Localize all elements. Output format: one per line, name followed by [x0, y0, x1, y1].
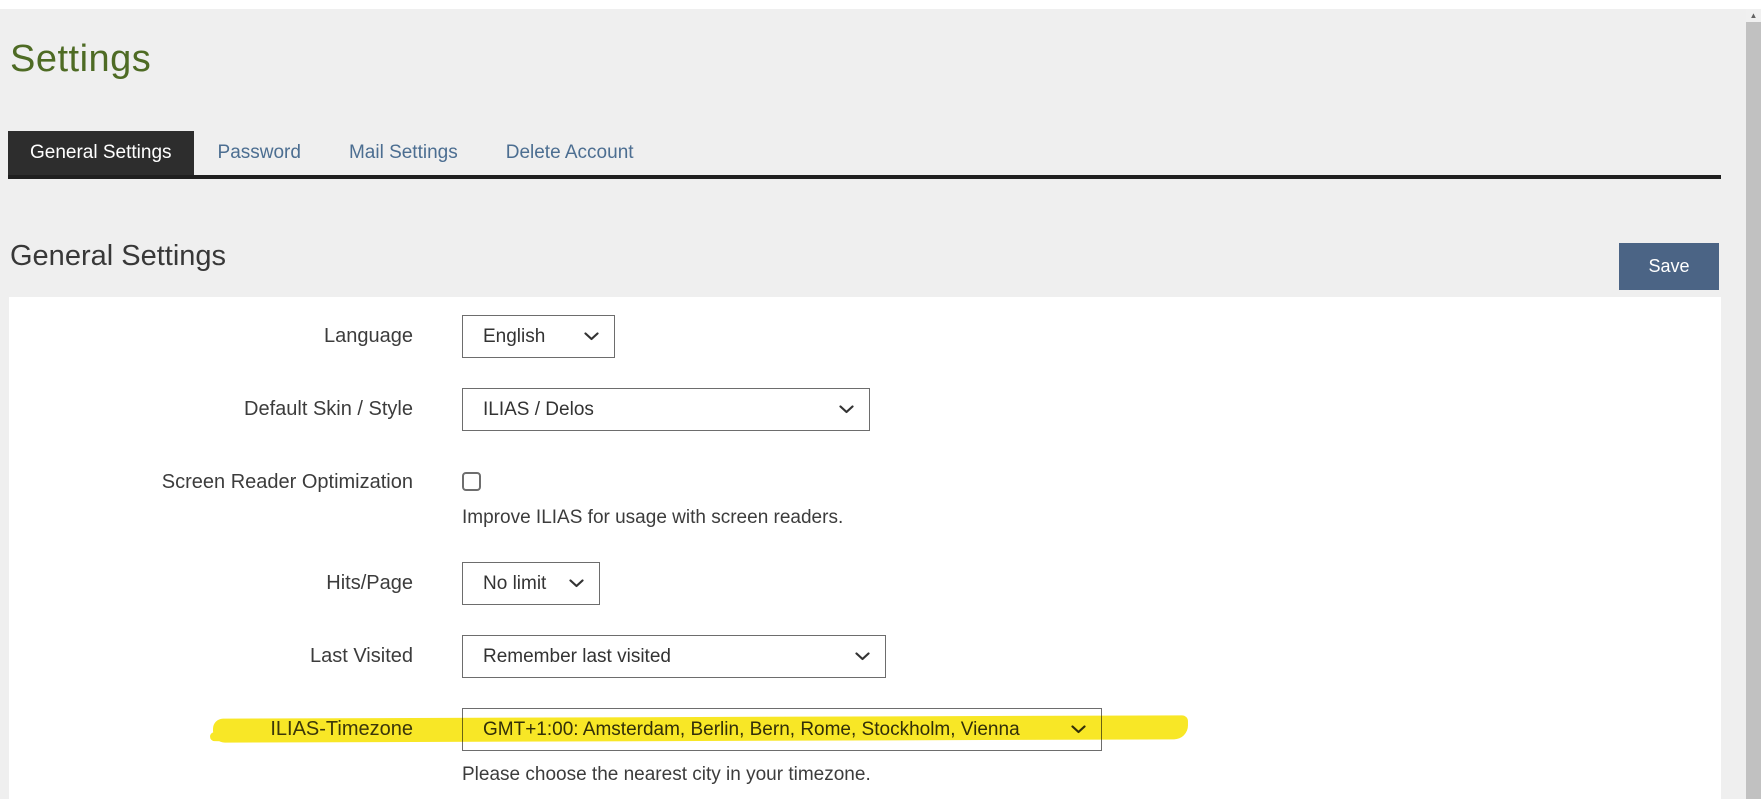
form-row-skin: Default Skin / Style ILIAS / Delos — [9, 388, 1721, 431]
hits-select-value: No limit — [483, 573, 546, 595]
vertical-scrollbar[interactable]: ▲ — [1746, 9, 1761, 799]
browser-viewport: Settings General Settings Password Mail … — [0, 0, 1761, 799]
tab-mail-settings-label: Mail Settings — [349, 142, 458, 164]
last-visited-select[interactable]: Remember last visited — [462, 635, 886, 678]
hits-select[interactable]: No limit — [462, 562, 600, 605]
tab-delete-account-label: Delete Account — [506, 142, 634, 164]
scrollbar-thumb[interactable] — [1746, 22, 1761, 799]
section-title: General Settings — [10, 240, 226, 273]
chevron-down-icon — [855, 652, 870, 661]
form-row-timezone: ILIAS-Timezone GMT+1:00: Amsterdam, Berl… — [9, 708, 1721, 786]
tab-bar: General Settings Password Mail Settings … — [8, 131, 658, 175]
tab-password-label: Password — [218, 142, 301, 164]
skin-label: Default Skin / Style — [9, 388, 413, 431]
chevron-down-icon — [584, 332, 599, 341]
last-visited-select-value: Remember last visited — [483, 646, 671, 668]
hits-label: Hits/Page — [9, 562, 413, 605]
timezone-select-value: GMT+1:00: Amsterdam, Berlin, Bern, Rome,… — [483, 719, 1020, 741]
tab-underline — [8, 175, 1721, 179]
skin-select[interactable]: ILIAS / Delos — [462, 388, 870, 431]
last-visited-label: Last Visited — [9, 635, 413, 678]
tab-password[interactable]: Password — [194, 131, 325, 175]
screen-reader-checkbox[interactable] — [462, 472, 481, 491]
chevron-down-icon — [569, 579, 584, 588]
form-row-language: Language English — [9, 315, 1721, 358]
general-settings-form: Language English Default Skin / Style IL… — [9, 297, 1721, 799]
language-select[interactable]: English — [462, 315, 615, 358]
top-white-strip — [0, 0, 1761, 9]
scrollbar-up-arrow-icon[interactable]: ▲ — [1746, 9, 1761, 22]
page-title: Settings — [10, 38, 151, 81]
timezone-label: ILIAS-Timezone — [9, 708, 413, 751]
tab-delete-account[interactable]: Delete Account — [482, 131, 658, 175]
timezone-help: Please choose the nearest city in your t… — [462, 764, 1102, 786]
language-select-value: English — [483, 326, 545, 348]
language-label: Language — [9, 315, 413, 358]
save-button[interactable]: Save — [1619, 243, 1719, 290]
skin-select-value: ILIAS / Delos — [483, 399, 594, 421]
screen-reader-help: Improve ILIAS for usage with screen read… — [462, 507, 843, 529]
chevron-down-icon — [839, 405, 854, 414]
chevron-down-icon — [1071, 725, 1086, 734]
tab-general-settings[interactable]: General Settings — [8, 131, 194, 175]
form-row-last-visited: Last Visited Remember last visited — [9, 635, 1721, 678]
screen-reader-label: Screen Reader Optimization — [9, 461, 413, 504]
tab-mail-settings[interactable]: Mail Settings — [325, 131, 482, 175]
timezone-select[interactable]: GMT+1:00: Amsterdam, Berlin, Bern, Rome,… — [462, 708, 1102, 751]
form-row-screen-reader: Screen Reader Optimization Improve ILIAS… — [9, 461, 1721, 529]
tab-general-settings-label: General Settings — [30, 142, 172, 164]
form-row-hits: Hits/Page No limit — [9, 562, 1721, 605]
